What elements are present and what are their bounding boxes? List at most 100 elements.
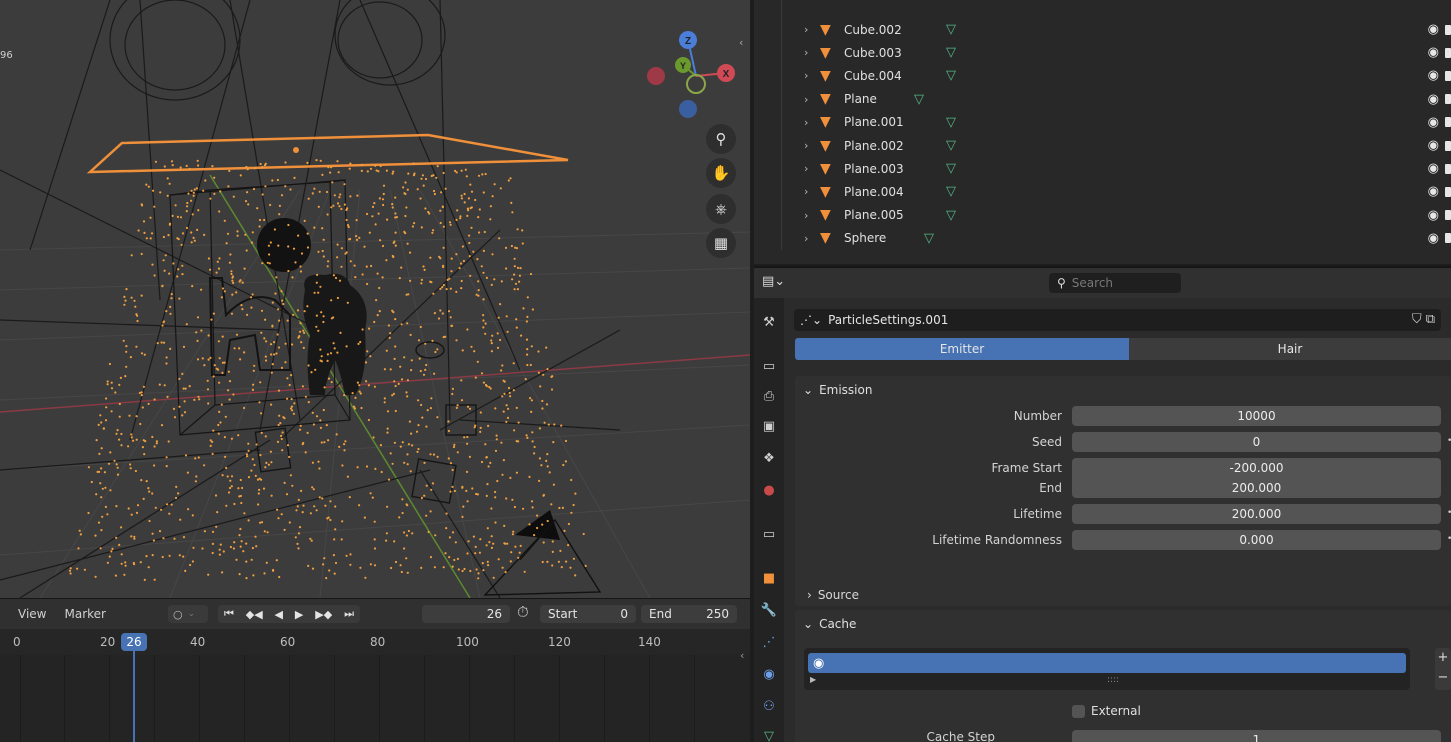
remove-icon[interactable]: − [1435,668,1451,688]
outliner-row[interactable]: › ▼ Plane ▽ ◉ [754,88,1451,111]
expand-arrow-icon[interactable]: › [804,209,820,222]
animate-property-icon[interactable]: • [1447,508,1451,518]
mesh-data-icon[interactable]: ▽ [946,184,956,199]
field-value[interactable]: -200.000 [1072,458,1441,478]
camera-view-icon[interactable]: ⎈ [706,194,736,224]
sphere-object[interactable] [257,218,311,272]
expand-arrow-icon[interactable]: › [804,69,820,82]
render-visibility-icon[interactable] [1445,47,1451,58]
source-subpanel-header[interactable]: › Source [807,588,859,602]
external-checkbox-row[interactable]: External [1072,704,1141,718]
cache-step-value[interactable]: 1 [1072,730,1441,742]
world-tab-icon[interactable]: ● [759,480,779,500]
play-reverse-icon[interactable]: ◀ [275,608,283,621]
render-tab-icon[interactable]: ▭ [759,356,779,376]
visibility-eye-icon[interactable]: ◉ [1428,22,1439,37]
object-name[interactable]: Plane.001 [844,115,904,129]
cache-list[interactable]: ◉ ▶ :::: [804,648,1410,690]
expand-arrow-icon[interactable]: › [804,139,820,152]
outliner-row[interactable]: › ▼ Cube.003 ▽ ◉ [754,41,1451,64]
timeline-track-area[interactable] [0,655,750,742]
render-visibility-icon[interactable] [1445,163,1451,174]
list-resize-grip-icon[interactable]: :::: [1107,675,1119,685]
pan-hand-icon[interactable]: ✋ [706,158,736,188]
expand-arrow-icon[interactable]: › [804,116,820,129]
auto-keying-toggle[interactable]: ○ ⌄ [168,605,208,623]
render-visibility-icon[interactable] [1445,70,1451,81]
object-tab-icon[interactable]: ■ [759,568,779,588]
particles-tab-icon[interactable]: ⋰ [759,632,779,652]
outliner-row[interactable]: › ▼ Cube.002 ▽ ◉ [754,18,1451,41]
outliner-row[interactable]: › ▼ Plane.002 ▽ ◉ [754,134,1451,157]
visibility-eye-icon[interactable]: ◉ [1428,161,1439,176]
field-value[interactable]: 200.000 [1072,504,1441,524]
mesh-data-icon[interactable]: ▽ [946,22,956,37]
frame-ruler[interactable]: 0 20 40 60 80 100 120 140 26 [0,629,750,655]
render-visibility-icon[interactable] [1445,140,1451,151]
start-frame-field[interactable]: Start 0 [540,605,636,623]
outliner-row[interactable]: › ▼ Plane.004 ▽ ◉ [754,180,1451,203]
marker-menu[interactable]: Marker [64,607,105,621]
render-visibility-icon[interactable] [1445,186,1451,197]
object-name[interactable]: Plane.005 [844,208,904,222]
end-frame-field[interactable]: End 250 [641,605,737,623]
render-visibility-icon[interactable] [1445,24,1451,35]
output-tab-icon[interactable]: ⎙ [759,386,779,406]
chair-mesh[interactable] [208,277,291,376]
jump-end-icon[interactable]: ⏭ [344,607,354,621]
visibility-eye-icon[interactable]: ◉ [1428,184,1439,199]
mesh-data-icon[interactable]: ▽ [924,231,934,246]
visibility-eye-icon[interactable]: ◉ [1428,231,1439,246]
object-name[interactable]: Plane.002 [844,139,904,153]
object-name[interactable]: Plane [844,92,877,106]
mesh-data-icon[interactable]: ▽ [946,161,956,176]
timeline-sidebar-toggle-icon[interactable]: ‹ [740,649,744,662]
cache-panel-header[interactable]: ⌄ Cache [795,610,1451,638]
3d-viewport[interactable]: 96 X Z Y ‹ ⚲ ✋ ⎈ ▦ [0,0,750,598]
render-visibility-icon[interactable] [1445,117,1451,128]
visibility-eye-icon[interactable]: ◉ [1428,45,1439,60]
cache-list-item[interactable]: ◉ [808,653,1406,673]
animate-property-icon[interactable]: • [1447,534,1451,544]
expand-arrow-icon[interactable]: › [804,23,820,36]
orthographic-grid-icon[interactable]: ▦ [706,228,736,258]
outliner-row[interactable]: › ▼ Sphere ▽ ◉ [754,227,1451,250]
scene-tab-icon[interactable]: ❖ [759,448,779,468]
visibility-eye-icon[interactable]: ◉ [1428,208,1439,223]
mesh-data-icon[interactable]: ▽ [946,45,956,60]
render-visibility-icon[interactable] [1445,210,1451,221]
next-keyframe-icon[interactable]: ▶◆ [315,608,332,621]
list-filter-icon[interactable]: ▶ [810,675,816,684]
current-frame-field[interactable]: 26 [422,605,510,623]
object-name[interactable]: Sphere [844,231,886,245]
field-value[interactable]: 0 [1072,432,1441,452]
view-layer-tab-icon[interactable]: ▣ [759,416,779,436]
visibility-eye-icon[interactable]: ◉ [1428,92,1439,107]
outliner-row[interactable]: › ▼ Plane.001 ▽ ◉ [754,111,1451,134]
constraints-tab-icon[interactable]: ⚇ [759,696,779,716]
render-visibility-icon[interactable] [1445,233,1451,244]
properties-editor[interactable]: ▤⌄ ⚲ Search ⚒ ▭ ⎙ ▣ ❖ ● ▭ ■ 🔧 ⋰ ◉ ⚇ ▽ ⋰⌄… [754,266,1451,742]
zoom-icon[interactable]: ⚲ [706,124,736,154]
fake-user-shield-icon[interactable]: ⛉ ⧉ [1412,312,1435,327]
object-name[interactable]: Cube.003 [844,46,902,60]
visibility-eye-icon[interactable]: ◉ [1428,68,1439,83]
mesh-data-icon[interactable]: ▽ [946,138,956,153]
expand-arrow-icon[interactable]: › [804,162,820,175]
object-name[interactable]: Cube.002 [844,23,902,37]
prev-keyframe-icon[interactable]: ◆◀ [246,608,263,621]
emission-panel-header[interactable]: ⌄ Emission [795,376,1451,404]
animate-property-icon[interactable]: • [1447,436,1451,446]
outliner-row[interactable]: › ▼ Plane.003 ▽ ◉ [754,157,1451,180]
add-icon[interactable]: + [1435,648,1451,668]
navigation-gizmo[interactable]: X Z Y [636,24,748,124]
object-name[interactable]: Cube.004 [844,69,902,83]
jump-start-icon[interactable]: ⏮ [224,607,234,621]
physics-tab-icon[interactable]: ◉ [759,664,779,684]
render-visibility-icon[interactable] [1445,94,1451,105]
outliner-row[interactable]: › ▼ Cube.004 ▽ ◉ [754,64,1451,87]
expand-arrow-icon[interactable]: › [804,93,820,106]
expand-arrow-icon[interactable]: › [804,232,820,245]
outliner-row[interactable]: › ▼ Plane.005 ▽ ◉ [754,204,1451,227]
field-value[interactable]: 0.000 [1072,530,1441,550]
